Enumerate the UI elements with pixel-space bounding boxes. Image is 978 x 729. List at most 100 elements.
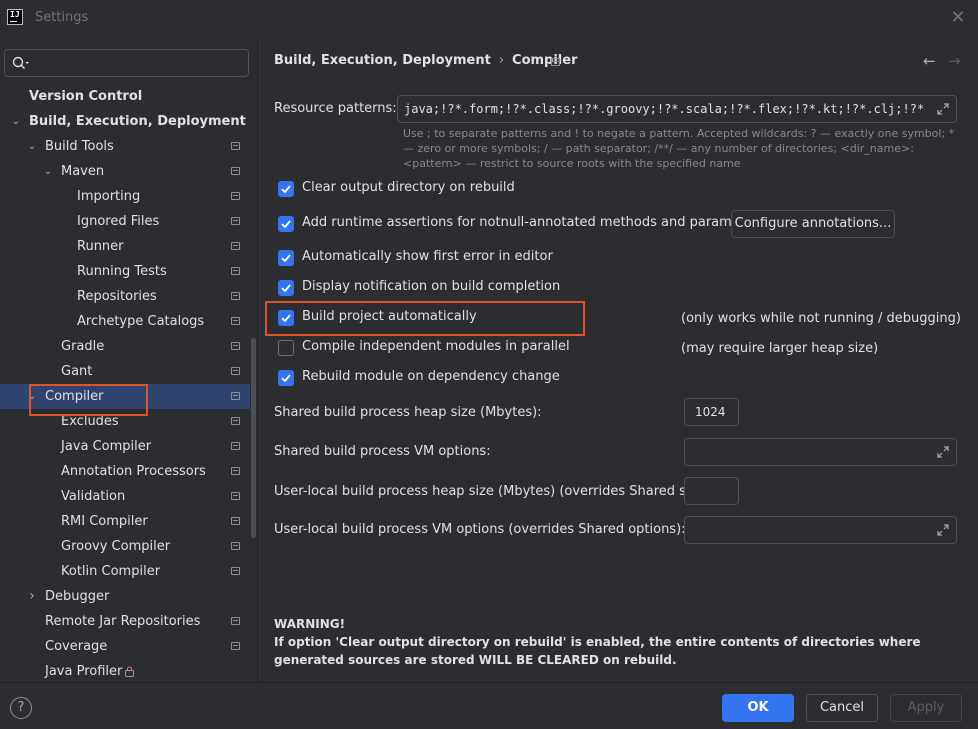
sidebar-item-label: Validation (61, 489, 126, 504)
chevron-down-icon[interactable]: ⌄ (26, 134, 38, 159)
sidebar-item-gant[interactable]: Gant (0, 359, 250, 384)
resource-patterns-hint: Use ; to separate patterns and ! to nega… (403, 127, 955, 170)
shared-vm-label: Shared build process VM options: (274, 444, 491, 459)
sidebar-item-label: Coverage (45, 639, 108, 654)
sidebar-item-kotlin-compiler[interactable]: Kotlin Compiler (0, 559, 250, 584)
sidebar-item-archetype-catalogs[interactable]: Archetype Catalogs (0, 309, 250, 334)
show-first-error-checkbox[interactable] (278, 250, 294, 266)
sidebar-item-label: Gradle (61, 339, 105, 354)
user-heap-field[interactable] (684, 477, 739, 505)
search-icon (12, 56, 29, 69)
sidebar-item-runner[interactable]: Runner (0, 234, 250, 259)
shared-vm-field[interactable] (684, 438, 957, 466)
breadcrumb: Build, Execution, Deployment › Compiler (274, 53, 578, 68)
sidebar-item-java-profiler[interactable]: Java Profiler (0, 659, 250, 684)
help-icon[interactable]: ? (10, 697, 32, 719)
apply-button[interactable]: Apply (890, 694, 962, 722)
sidebar-scrollbar[interactable] (251, 338, 256, 538)
cancel-button[interactable]: Cancel (806, 694, 878, 722)
dialog-footer: ? OK Cancel Apply (0, 682, 978, 729)
sidebar-item-label: Importing (77, 189, 141, 204)
ok-button[interactable]: OK (722, 694, 794, 722)
sidebar-item-label: Ignored Files (77, 214, 160, 229)
chevron-down-icon[interactable]: ⌄ (42, 159, 54, 184)
expand-icon[interactable] (936, 445, 950, 459)
chevron-right-icon[interactable]: › (26, 584, 38, 609)
sidebar-item-annotation-processors[interactable]: Annotation Processors (0, 459, 250, 484)
runtime-assertions-label[interactable]: Add runtime assertions for notnull-annot… (302, 215, 765, 230)
expand-icon[interactable] (936, 523, 950, 537)
project-settings-icon (231, 167, 240, 175)
project-settings-icon (231, 367, 240, 375)
sidebar-item-version-control[interactable]: Version Control (0, 84, 250, 109)
rebuild-on-dependency-label[interactable]: Rebuild module on dependency change (302, 369, 560, 384)
sidebar-item-label: Java Compiler (61, 439, 152, 454)
sidebar-item-running-tests[interactable]: Running Tests (0, 259, 250, 284)
project-settings-icon (231, 567, 240, 575)
sidebar-item-label: Running Tests (77, 264, 167, 279)
project-settings-icon (231, 342, 240, 350)
sidebar-item-repositories[interactable]: Repositories (0, 284, 250, 309)
breadcrumb-separator: › (498, 53, 505, 68)
sidebar-item-debugger[interactable]: › Debugger (0, 584, 250, 609)
build-automatically-highlight-box (265, 301, 585, 336)
sidebar-item-label: Archetype Catalogs (77, 314, 205, 329)
warning-text: If option 'Clear output directory on reb… (274, 635, 921, 667)
back-arrow-icon[interactable]: ← (923, 52, 936, 70)
clear-output-label[interactable]: Clear output directory on rebuild (302, 180, 515, 195)
chevron-down-icon[interactable]: ⌄ (10, 109, 22, 134)
sidebar-item-label: Repositories (77, 289, 157, 304)
user-vm-field[interactable] (684, 516, 957, 544)
compiler-highlight-box (29, 384, 148, 416)
sidebar-item-remote-jar-repositories[interactable]: Remote Jar Repositories (0, 609, 250, 634)
sidebar-item-label: RMI Compiler (61, 514, 148, 529)
project-settings-icon (231, 517, 240, 525)
project-settings-icon (231, 242, 240, 250)
project-settings-icon (231, 417, 240, 425)
compile-parallel-label[interactable]: Compile independent modules in parallel (302, 339, 570, 354)
sidebar-item-rmi-compiler[interactable]: RMI Compiler (0, 509, 250, 534)
show-first-error-label[interactable]: Automatically show first error in editor (302, 249, 553, 264)
sidebar-item-build-execution-deployment[interactable]: ⌄ Build, Execution, Deployment (0, 109, 250, 134)
sidebar-item-groovy-compiler[interactable]: Groovy Compiler (0, 534, 250, 559)
sidebar-item-java-compiler[interactable]: Java Compiler (0, 434, 250, 459)
clear-output-checkbox[interactable] (278, 181, 294, 197)
sidebar-item-importing[interactable]: Importing (0, 184, 250, 209)
sidebar-item-validation[interactable]: Validation (0, 484, 250, 509)
project-settings-icon (231, 442, 240, 450)
runtime-assertions-checkbox[interactable] (278, 216, 294, 232)
sidebar-item-label: Build Tools (45, 139, 114, 154)
project-settings-icon (231, 492, 240, 500)
display-notification-label[interactable]: Display notification on build completion (302, 279, 560, 294)
rebuild-on-dependency-checkbox[interactable] (278, 370, 294, 386)
sidebar-item-coverage[interactable]: Coverage (0, 634, 250, 659)
configure-annotations-button[interactable]: Configure annotations... (731, 210, 895, 238)
expand-icon[interactable] (936, 102, 950, 116)
sidebar-item-build-tools[interactable]: ⌄ Build Tools (0, 134, 250, 159)
search-input[interactable] (4, 49, 249, 77)
window-title: Settings (35, 10, 89, 25)
breadcrumb-parent[interactable]: Build, Execution, Deployment (274, 53, 491, 68)
settings-sidebar: Version Control ⌄ Build, Execution, Deploy… (0, 38, 258, 682)
compile-parallel-checkbox[interactable] (278, 340, 294, 356)
lock-icon (125, 666, 134, 677)
sidebar-item-label: Java Profiler (45, 664, 123, 679)
project-settings-icon (231, 292, 240, 300)
sidebar-item-label: Runner (77, 239, 124, 254)
sidebar-item-ignored-files[interactable]: Ignored Files (0, 209, 250, 234)
project-settings-icon (231, 642, 240, 650)
shared-heap-field[interactable]: 1024 (684, 398, 739, 426)
resource-patterns-field[interactable]: java;!?*.form;!?*.class;!?*.groovy;!?*.s… (397, 95, 957, 123)
sidebar-item-label: Kotlin Compiler (61, 564, 161, 579)
project-settings-icon (231, 217, 240, 225)
project-settings-icon (231, 317, 240, 325)
sidebar-item-maven[interactable]: ⌄ Maven (0, 159, 250, 184)
close-icon[interactable]: ✕ (948, 8, 968, 28)
display-notification-checkbox[interactable] (278, 280, 294, 296)
sidebar-item-gradle[interactable]: Gradle (0, 334, 250, 359)
sidebar-item-label: Build, Execution, Deployment (29, 114, 246, 129)
sidebar-item-label: Annotation Processors (61, 464, 206, 479)
resource-patterns-label: Resource patterns: (274, 101, 397, 116)
forward-arrow-icon[interactable]: → (948, 52, 961, 70)
sidebar-item-label: Groovy Compiler (61, 539, 171, 554)
